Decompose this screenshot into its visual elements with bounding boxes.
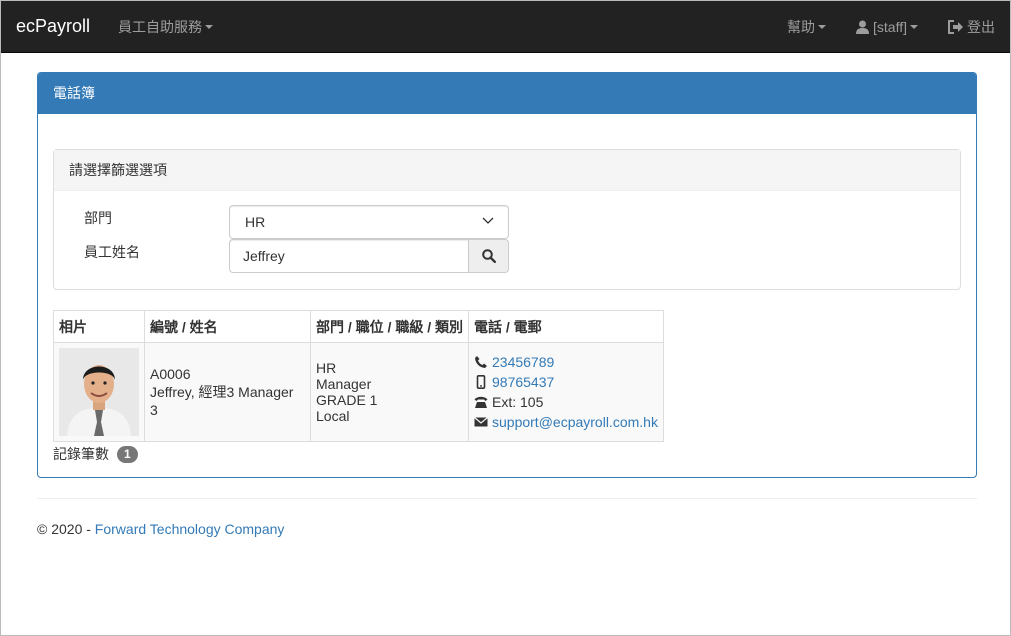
record-count-label: 記錄筆數 bbox=[53, 446, 109, 462]
header-contact: 電話 / 電郵 bbox=[468, 310, 664, 343]
mobile-link[interactable]: 98765437 bbox=[492, 374, 554, 390]
filter-heading: 請選擇篩選選項 bbox=[54, 150, 960, 191]
panel-title: 電話簿 bbox=[38, 73, 976, 114]
self-service-label: 員工自助服務 bbox=[118, 18, 203, 35]
help-label: 幫助 bbox=[787, 18, 816, 35]
caret-down-icon bbox=[910, 24, 918, 29]
main-container: 電話簿 請選擇篩選選項 部門 HR 員工姓名 Jeffrey 相片 編號 / 姓… bbox=[37, 72, 977, 478]
department-row: 部門 HR bbox=[54, 205, 960, 239]
company-link[interactable]: Forward Technology Company bbox=[95, 521, 285, 537]
logout-link[interactable]: 登出 bbox=[948, 17, 995, 37]
employee-name-label: 員工姓名 bbox=[84, 244, 140, 260]
photo-cell bbox=[53, 342, 145, 442]
phone-line: 23456789 bbox=[474, 352, 658, 372]
phone-icon bbox=[475, 356, 487, 368]
logout-icon bbox=[948, 19, 963, 34]
employee-name: Jeffrey, 經理3 Manager 3 bbox=[150, 384, 294, 418]
caret-down-icon bbox=[205, 24, 214, 29]
department-select[interactable]: HR bbox=[229, 205, 509, 239]
envelope-icon bbox=[474, 417, 488, 427]
email-line: support@ecpayroll.com.hk bbox=[474, 412, 658, 432]
user-icon bbox=[856, 20, 870, 34]
header-photo: 相片 bbox=[53, 310, 145, 343]
employee-position: Manager bbox=[316, 376, 372, 392]
search-button[interactable] bbox=[469, 239, 509, 273]
mobile-icon bbox=[476, 375, 486, 389]
record-count: 記錄筆數 1 bbox=[53, 444, 961, 464]
employee-category: Local bbox=[316, 408, 350, 424]
self-service-menu[interactable]: 員工自助服務 bbox=[118, 17, 214, 37]
desk-phone-icon bbox=[474, 396, 488, 408]
table-header-row: 相片 編號 / 姓名 部門 / 職位 / 職級 / 類別 電話 / 電郵 bbox=[53, 310, 664, 343]
id-name-cell: A0006 Jeffrey, 經理3 Manager 3 bbox=[144, 342, 311, 442]
footer-divider bbox=[37, 498, 977, 499]
department-value: HR bbox=[245, 214, 266, 230]
employee-photo bbox=[59, 348, 139, 436]
top-navbar: ecPayroll 員工自助服務 幫助 [staff] 登出 bbox=[1, 1, 1010, 53]
employee-name-row: 員工姓名 Jeffrey bbox=[54, 239, 960, 273]
employee-name-group: Jeffrey bbox=[229, 239, 509, 273]
mobile-line: 98765437 bbox=[474, 372, 658, 392]
employee-id: A0006 bbox=[150, 366, 191, 382]
phonebook-table: 相片 編號 / 姓名 部門 / 職位 / 職級 / 類別 電話 / 電郵 A00… bbox=[53, 310, 664, 442]
contact-cell: 23456789 98765437 Ext: 105 support@ecpay… bbox=[468, 342, 664, 442]
search-icon bbox=[481, 249, 496, 263]
email-link[interactable]: support@ecpayroll.com.hk bbox=[492, 414, 658, 430]
chevron-down-icon bbox=[482, 217, 494, 224]
help-menu[interactable]: 幫助 bbox=[787, 17, 827, 37]
employee-grade: GRADE 1 bbox=[316, 392, 378, 408]
record-count-badge: 1 bbox=[117, 445, 138, 463]
employee-name-input[interactable]: Jeffrey bbox=[229, 239, 469, 273]
panel-body: 請選擇篩選選項 部門 HR 員工姓名 Jeffrey 相片 編號 / 姓名 部門… bbox=[38, 114, 976, 464]
employee-department: HR bbox=[316, 360, 337, 376]
department-label: 部門 bbox=[84, 210, 112, 226]
logout-label: 登出 bbox=[967, 18, 995, 35]
navbar-right: 幫助 [staff] 登出 bbox=[787, 17, 995, 37]
header-id-name: 編號 / 姓名 bbox=[144, 310, 311, 343]
header-dept-position: 部門 / 職位 / 職級 / 類別 bbox=[310, 310, 469, 343]
extension-text: Ext: 105 bbox=[492, 394, 544, 410]
phonebook-panel: 電話簿 請選擇篩選選項 部門 HR 員工姓名 Jeffrey 相片 編號 / 姓… bbox=[37, 72, 977, 478]
extension-line: Ext: 105 bbox=[474, 392, 658, 412]
phone-link[interactable]: 23456789 bbox=[492, 354, 554, 370]
user-label: [staff] bbox=[873, 18, 907, 35]
caret-down-icon bbox=[818, 24, 827, 29]
table-row: A0006 Jeffrey, 經理3 Manager 3 HR Manager … bbox=[53, 342, 664, 442]
copyright-text: © 2020 - bbox=[37, 521, 95, 537]
filter-panel: 請選擇篩選選項 部門 HR 員工姓名 Jeffrey bbox=[53, 149, 961, 290]
user-menu[interactable]: [staff] bbox=[856, 19, 918, 35]
footer: © 2020 - Forward Technology Company bbox=[37, 521, 284, 537]
dept-position-cell: HR Manager GRADE 1 Local bbox=[310, 342, 469, 442]
brand-logo[interactable]: ecPayroll bbox=[16, 16, 90, 37]
